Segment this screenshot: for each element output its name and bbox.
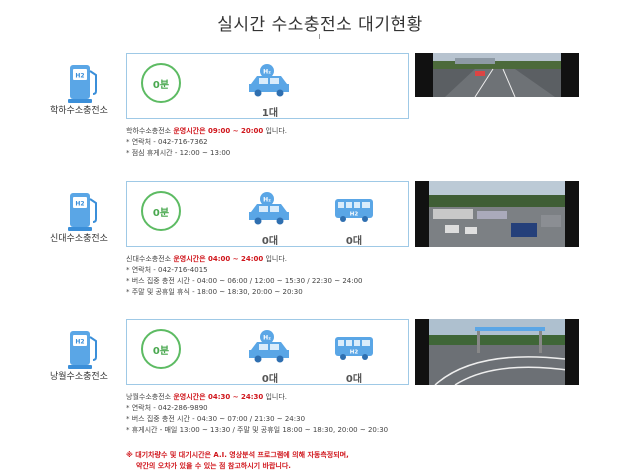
hydrogen-pump-icon: H2 bbox=[62, 189, 102, 235]
car-status: H₂ 0대 bbox=[245, 190, 295, 247]
station-nangwol: H2 낭월수소충전소 0분 H₂ 0대 H2 0대 낭월수소충전소 운영시간은 … bbox=[0, 319, 640, 459]
wait-time-circle: 0분 bbox=[141, 191, 181, 231]
station-name: 학하수소충전소 bbox=[50, 106, 108, 116]
svg-text:H2: H2 bbox=[75, 339, 84, 346]
bus-count: 0대 bbox=[345, 374, 363, 385]
hydrogen-bus-icon: H2 bbox=[335, 199, 373, 222]
station-sindae: H2 신대수소충전소 0분 H₂ 0대 H2 0대 신대수소충전소 운영시간은 … bbox=[0, 181, 640, 321]
svg-text:H₂: H₂ bbox=[263, 197, 271, 204]
station-name: 신대수소충전소 bbox=[50, 234, 108, 244]
wait-status-panel: 0분 H₂ 0대 H2 0대 bbox=[126, 181, 409, 247]
svg-text:H₂: H₂ bbox=[263, 69, 271, 76]
wait-time-circle: 0분 bbox=[141, 329, 181, 369]
page-title: 실시간 수소충전소 대기현황 bbox=[217, 15, 423, 35]
car-status: H₂ 1대 bbox=[245, 62, 295, 119]
wait-time-circle: 0분 bbox=[141, 63, 181, 103]
wait-status-panel: 0분 H₂ 0대 H2 0대 bbox=[126, 319, 409, 385]
station-info: 학하수소충전소 운영시간은 09:00 ~ 20:00 입니다. * 연락처 -… bbox=[126, 127, 288, 157]
car-count: 0대 bbox=[261, 236, 279, 247]
hydrogen-bus-icon: H2 bbox=[335, 337, 373, 360]
cctv-feed-sindae bbox=[415, 181, 579, 247]
car-status: H₂ 0대 bbox=[245, 328, 295, 385]
hydrogen-car-icon: H₂ bbox=[249, 330, 289, 363]
hydrogen-car-icon: H₂ bbox=[249, 192, 289, 225]
car-count: 1대 bbox=[261, 108, 279, 119]
svg-text:H2: H2 bbox=[350, 350, 359, 356]
bus-status: H2 0대 bbox=[329, 334, 379, 385]
bus-count: 0대 bbox=[345, 236, 363, 247]
svg-text:H₂: H₂ bbox=[263, 335, 271, 342]
cctv-feed-nangwol bbox=[415, 319, 579, 385]
car-count: 0대 bbox=[261, 374, 279, 385]
svg-text:H2: H2 bbox=[75, 73, 84, 80]
hydrogen-pump-icon: H2 bbox=[62, 61, 102, 107]
station-info: 신대수소충전소 운영시간은 04:00 ~ 24:00 입니다. * 연락처 -… bbox=[126, 255, 363, 296]
cctv-feed-hakha bbox=[415, 53, 579, 97]
station-name: 낭월수소충전소 bbox=[50, 372, 108, 382]
svg-text:H2: H2 bbox=[75, 201, 84, 208]
svg-text:H2: H2 bbox=[350, 212, 359, 218]
station-hakha: H2 학하수소충전소 0분 H₂ 1대 학하수소충전소 운영시간은 09:00 … bbox=[0, 53, 640, 193]
title-divider bbox=[319, 34, 320, 39]
bus-status: H2 0대 bbox=[329, 196, 379, 247]
hydrogen-pump-icon: H2 bbox=[62, 327, 102, 373]
hydrogen-car-icon: H₂ bbox=[249, 64, 289, 97]
station-info: 낭월수소충전소 운영시간은 04:30 ~ 24:30 입니다. * 연락처 -… bbox=[126, 393, 389, 434]
wait-status-panel: 0분 H₂ 1대 bbox=[126, 53, 409, 119]
disclaimer-notice: ※ 대기차량수 및 대기시간은 A.I. 영상분석 프로그램에 의해 자동측정되… bbox=[126, 451, 349, 470]
